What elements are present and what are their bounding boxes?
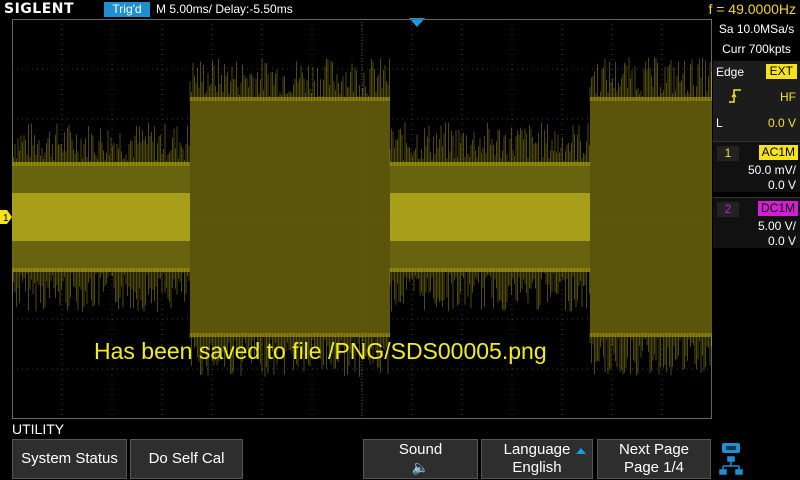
sample-rate: Sa 10.0MSa/s [718, 22, 795, 36]
softkey-label: Next Page [618, 441, 690, 458]
channel-offset: 0.0 V [767, 178, 796, 192]
timebase-readout[interactable]: M 5.00ms/ Delay:-5.50ms [156, 2, 293, 17]
ch1-marker-label: 1 [3, 213, 9, 224]
system-status-button[interactable]: System Status [12, 439, 127, 479]
memory-depth: Curr 700kpts [722, 42, 791, 56]
trigger-info-box[interactable]: Edge EXT HF L 0.0 V [713, 61, 800, 151]
frequency-readout: f = 49.0000Hz [708, 1, 796, 17]
arrow-up-icon [576, 448, 586, 454]
softkey-label: Do Self Cal [148, 450, 225, 467]
system-status-icons [719, 443, 743, 475]
trigger-status-badge[interactable]: Trig'd [104, 2, 150, 17]
rising-edge-icon [729, 89, 741, 103]
self-cal-button[interactable]: Do Self Cal [130, 439, 243, 479]
channel-coupling: AC1M [758, 145, 798, 160]
softkey-label: Sound [398, 441, 443, 458]
channel-1-info[interactable]: 1 AC1M 50.0 mV/ 0.0 V [713, 141, 800, 192]
next-page-button[interactable]: Next Page Page 1/4 [597, 439, 711, 479]
softkey-value: English [512, 459, 562, 476]
sound-button[interactable]: Sound 🔈 [363, 439, 478, 479]
channel-offset: 0.0 V [767, 234, 796, 248]
channel-number: 1 [717, 146, 739, 161]
ch1-offset-marker[interactable]: 1 [0, 210, 12, 224]
save-confirmation-message: Has been saved to file /PNG/SDS00005.png [94, 338, 547, 364]
trigger-source-badge: EXT [765, 64, 797, 79]
trace-envelope [590, 97, 712, 337]
brand-logo: SIGLENT [4, 1, 75, 17]
speaker-icon: 🔈 [411, 460, 430, 476]
trace-envelope [190, 97, 390, 337]
right-info-panel: Sa 10.0MSa/s Curr 700kpts Edge EXT HF L … [713, 19, 800, 419]
trigger-coupling: HF [780, 90, 796, 104]
channel-scale: 50.0 mV/ [747, 163, 796, 177]
trigger-level-value: 0.0 V [767, 116, 796, 130]
usb-icon [722, 443, 740, 453]
trigger-level-label: L [716, 116, 723, 130]
top-status-bar: SIGLENT Trig'd M 5.00ms/ Delay:-5.50ms f… [0, 0, 800, 19]
menu-title: UTILITY [12, 421, 65, 437]
trigger-type: Edge [716, 65, 745, 79]
network-icon [719, 456, 743, 475]
trace-core [390, 193, 590, 241]
channel-2-info[interactable]: 2 DC1M 5.00 V/ 0.0 V [713, 197, 800, 248]
softkey-label: System Status [21, 450, 118, 467]
language-button[interactable]: Language English [481, 439, 593, 479]
channel-coupling: DC1M [757, 201, 798, 216]
trace-core [12, 193, 190, 241]
softkey-value: Page 1/4 [623, 459, 685, 476]
channel-number: 2 [717, 202, 739, 217]
channel-scale: 5.00 V/ [757, 219, 796, 233]
acquisition-info: Sa 10.0MSa/s Curr 700kpts [713, 19, 800, 59]
